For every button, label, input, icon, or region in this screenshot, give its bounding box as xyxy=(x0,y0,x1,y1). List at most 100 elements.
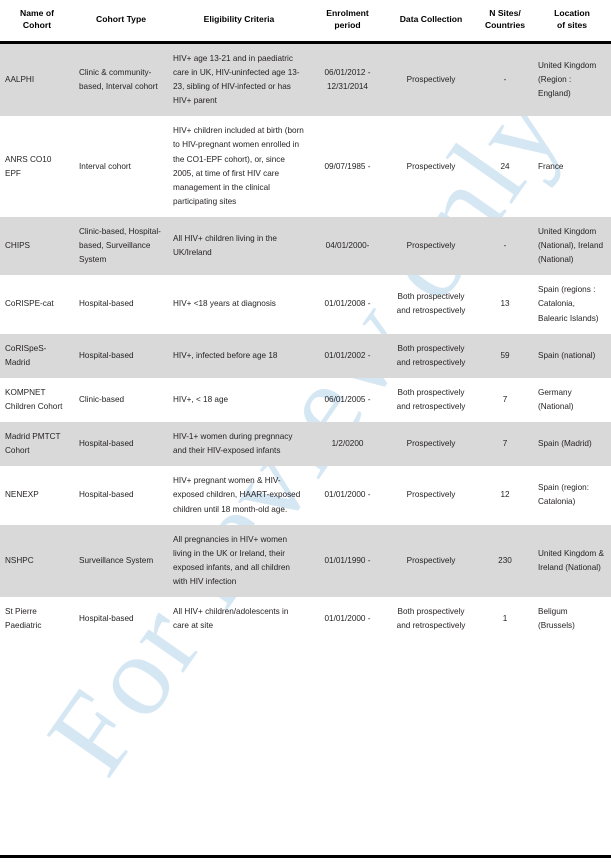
cell-enrolment: 09/07/1985 - xyxy=(324,161,371,171)
cell-n_sites: 7 xyxy=(502,394,508,404)
cell-data_collection: Both prospectively and retrospectively xyxy=(385,333,477,378)
cell-eligibility: HIV+ <18 years at diagnosis xyxy=(173,299,276,309)
column-header-enrolment-period: Enrolment period xyxy=(310,0,385,43)
cell-enrolment: 01/01/2000 - xyxy=(324,490,371,500)
cell-eligibility: HIV+ pregnant women & HIV-exposed childr… xyxy=(173,476,301,514)
cell-enrolment: 01/01/2008 - xyxy=(324,299,371,309)
cell-type: Hospital-based xyxy=(79,490,134,500)
cell-n_sites: - xyxy=(477,42,533,117)
column-header-sites-line1: N Sites/ xyxy=(489,8,521,18)
cell-name: Madrid PMTCT Cohort xyxy=(0,422,74,467)
cell-location: Spain (regions : Catalonia, Balearic Isl… xyxy=(538,285,599,323)
cell-data_collection: Both prospectively and retrospectively xyxy=(396,292,466,316)
column-header-enrolment-line2: period xyxy=(334,20,361,31)
cell-type: Hospital-based xyxy=(74,422,168,467)
cell-n_sites: 59 xyxy=(477,333,533,378)
cohort-characteristics-table: Name of Cohort Cohort Type Eligibility C… xyxy=(0,0,611,641)
cell-name: AALPHI xyxy=(0,42,74,117)
cell-name: St Pierre Paediatric xyxy=(5,607,42,631)
cell-location: Spain (national) xyxy=(533,333,611,378)
cell-n_sites: 7 xyxy=(477,422,533,467)
cell-location: Beligum (Brussels) xyxy=(538,607,575,631)
table-row: CoRISpeS-Madrid Hospital-based HIV+, infec… xyxy=(0,333,611,378)
cell-n_sites: 13 xyxy=(500,299,510,309)
cell-enrolment: 06/01/2005 - xyxy=(324,394,371,404)
column-header-location-line2: of sites xyxy=(556,20,588,31)
table-bottom-rule xyxy=(0,855,611,858)
column-header-enrolment-line1: Enrolment xyxy=(326,8,369,18)
cell-type: Interval cohort xyxy=(79,161,131,171)
cell-name: KOMPNET Children Cohort xyxy=(5,387,63,411)
cell-type: Clinic-based xyxy=(79,394,125,404)
table-container: Name of Cohort Cohort Type Eligibility C… xyxy=(0,0,611,641)
cell-enrolment: 06/01/2012 - 12/31/2014 xyxy=(310,42,385,117)
table-row: ANRS CO10 EPF Interval cohort HIV+ childre… xyxy=(0,116,611,217)
cell-eligibility: HIV+, infected before age 18 xyxy=(168,333,310,378)
cell-n_sites: 1 xyxy=(502,614,508,624)
cell-name: NSHPC xyxy=(0,524,74,598)
cell-location: Spain (Madrid) xyxy=(533,422,611,467)
cell-type: Clinic-based, Hospital-based, Surveillan… xyxy=(74,217,168,276)
cell-eligibility: All pregnancies in HIV+ women living in … xyxy=(168,524,310,598)
table-row: Madrid PMTCT Cohort Hospital-based HIV-1+ … xyxy=(0,422,611,467)
table-row: KOMPNET Children Cohort Clinic-based HIV+,… xyxy=(0,378,611,422)
cell-enrolment: 01/01/2002 - xyxy=(310,333,385,378)
cell-type: Hospital-based xyxy=(74,333,168,378)
column-header-n-sites-countries: N Sites/ Countries xyxy=(477,0,533,43)
cell-enrolment: 1/2/0200 xyxy=(310,422,385,467)
cell-type: Clinic & community-based, Interval cohor… xyxy=(74,42,168,117)
cell-name: NENEXP xyxy=(5,490,39,500)
cell-eligibility: HIV+ age 13-21 and in paediatric care in… xyxy=(168,42,310,117)
cell-data_collection: Prospectively xyxy=(406,490,456,500)
table-row: NENEXP Hospital-based HIV+ pregnant women … xyxy=(0,466,611,524)
table-body: AALPHI Clinic & community-based, Interval… xyxy=(0,42,611,641)
cell-data_collection: Both prospectively and retrospectively xyxy=(396,387,466,411)
cell-location: Spain (region: Catalonia) xyxy=(538,483,589,507)
cell-data_collection: Prospectively xyxy=(385,217,477,276)
cell-n_sites: 24 xyxy=(500,161,510,171)
column-header-name-of-cohort: Name of Cohort xyxy=(0,0,74,43)
cell-name: CoRISpeS-Madrid xyxy=(0,333,74,378)
cell-enrolment: 01/01/2000 - xyxy=(324,614,371,624)
cell-eligibility: HIV-1+ women during pregnnacy and their … xyxy=(168,422,310,467)
column-header-location-of-sites: Location of sites xyxy=(533,0,611,43)
cell-data_collection: Both prospectively and retrospectively xyxy=(396,607,466,631)
table-row: CHIPS Clinic-based, Hospital-based, Surve… xyxy=(0,217,611,276)
cell-eligibility: All HIV+ children/adolescents in care at… xyxy=(173,607,289,631)
table-header-row: Name of Cohort Cohort Type Eligibility C… xyxy=(0,0,611,43)
table-row: CoRISPE-cat Hospital-based HIV+ <18 years … xyxy=(0,275,611,333)
table-row: AALPHI Clinic & community-based, Interval… xyxy=(0,42,611,117)
cell-n_sites: 12 xyxy=(500,490,510,500)
cell-type: Surveillance System xyxy=(74,524,168,598)
cell-enrolment: 04/01/2000- xyxy=(310,217,385,276)
cell-data_collection: Prospectively xyxy=(406,161,456,171)
table-row: St Pierre Paediatric Hospital-based All HI… xyxy=(0,597,611,641)
cell-name: CHIPS xyxy=(0,217,74,276)
cell-eligibility: HIV+ children included at birth (born to… xyxy=(173,126,304,206)
cell-type: Hospital-based xyxy=(79,299,134,309)
table-row: NSHPC Surveillance System All pregnancies … xyxy=(0,524,611,598)
column-header-name-line1: Name of xyxy=(20,8,54,18)
cell-data_collection: Prospectively xyxy=(385,422,477,467)
cell-enrolment: 01/01/1990 - xyxy=(310,524,385,598)
cell-data_collection: Prospectively xyxy=(385,42,477,117)
column-header-cohort-type: Cohort Type xyxy=(74,0,168,43)
cell-eligibility: HIV+, < 18 age xyxy=(173,394,229,404)
cell-location: United Kingdom (Region : England) xyxy=(533,42,611,117)
table-header: Name of Cohort Cohort Type Eligibility C… xyxy=(0,0,611,43)
column-header-sites-line2: Countries xyxy=(484,20,526,31)
cell-location: Germany (National) xyxy=(538,387,574,411)
cell-name: CoRISPE-cat xyxy=(5,299,54,309)
cell-location: United Kingdom & Ireland (National) xyxy=(533,524,611,598)
cell-location: United Kingdom (National), Ireland (Nati… xyxy=(533,217,611,276)
column-header-data-collection: Data Collection xyxy=(385,0,477,43)
cell-name: ANRS CO10 EPF xyxy=(5,154,52,178)
cell-eligibility: All HIV+ children living in the UK/Irela… xyxy=(168,217,310,276)
column-header-name-line2: Cohort xyxy=(22,20,52,31)
cell-n_sites: - xyxy=(477,217,533,276)
column-header-eligibility-criteria: Eligibility Criteria xyxy=(168,0,310,43)
cell-location: France xyxy=(538,161,564,171)
cell-data_collection: Prospectively xyxy=(385,524,477,598)
cell-n_sites: 230 xyxy=(477,524,533,598)
cell-type: Hospital-based xyxy=(79,614,134,624)
